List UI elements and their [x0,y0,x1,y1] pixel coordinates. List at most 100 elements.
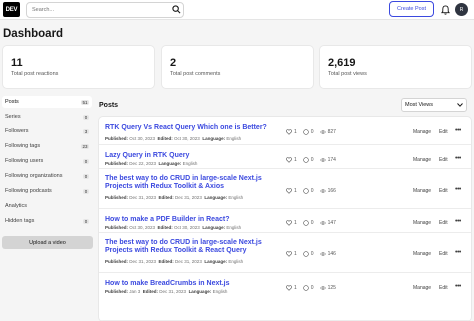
comment-icon [303,129,309,135]
create-post-button[interactable]: Create Post [389,1,434,17]
comments-count: 0 [303,251,314,257]
more-options-icon[interactable]: ••• [455,218,461,225]
edit-button[interactable]: Edit [439,220,448,226]
sidebar-item-analytics[interactable]: Analytics [2,200,92,212]
manage-button[interactable]: Manage [413,251,431,257]
heart-icon [286,285,292,291]
reactions-count: 1 [286,157,297,163]
more-options-icon[interactable]: ••• [455,127,461,134]
comments-count: 0 [303,285,314,291]
edited-label: Edited: [158,195,174,200]
manage-button[interactable]: Manage [413,220,431,226]
post-title-link[interactable]: Lazy Query in RTK Query [105,152,275,160]
edited-label: Edited: [142,289,159,294]
post-meta: Published: Oct 30, 2023 Edited: Oct 30, … [105,225,242,230]
manage-button[interactable]: Manage [413,129,431,135]
sidebar-item-series[interactable]: Series 0 [2,111,92,123]
language-label: Language: [202,225,226,230]
notification-bell-icon[interactable] [441,5,450,15]
post-stats: 1 0 146 [286,251,342,257]
edit-button[interactable]: Edit [439,285,448,291]
sidebar-item-label: Following users [5,158,44,164]
comments-count: 0 [303,157,314,163]
views-count: 147 [319,220,336,226]
stat-label: Total post views [328,71,367,77]
stat-value: 2 [170,57,177,69]
dev-logo[interactable]: DEV [3,2,20,17]
post-row: How to make BreadCrumbs in Next.js Publis… [99,273,471,321]
sidebar-item-following-tags[interactable]: Following tags 23 [2,140,92,152]
more-options-icon[interactable]: ••• [455,249,461,256]
stat-label: Total post comments [170,71,221,77]
published-label: Published: [105,289,129,294]
heart-icon [286,188,292,194]
search-input[interactable] [26,2,184,18]
published-label: Published: [105,136,129,141]
edit-button[interactable]: Edit [439,251,448,257]
edit-button[interactable]: Edit [439,188,448,194]
post-title-link[interactable]: How to make BreadCrumbs in Next.js [105,280,275,288]
user-avatar[interactable]: R [455,3,468,16]
heart-icon [286,251,292,257]
sidebar-item-count: 0 [83,158,89,164]
edit-button[interactable]: Edit [439,129,448,135]
edited-label: Edited: [157,136,173,141]
manage-button[interactable]: Manage [413,285,431,291]
heart-icon [286,157,292,163]
manage-button[interactable]: Manage [413,157,431,163]
post-title-link[interactable]: RTK Query Vs React Query Which one is Be… [105,124,275,132]
more-options-icon[interactable]: ••• [455,186,461,193]
comments-count: 0 [303,188,314,194]
language-label: Language: [202,136,226,141]
page-title: Dashboard [3,28,64,40]
post-row: Lazy Query in RTK Query Published: Dec 22… [99,145,471,169]
heart-icon [286,220,292,226]
sidebar-item-label: Hidden tags [5,218,35,224]
post-row: How to make a PDF Builder in React? Publi… [99,209,471,233]
sidebar-item-followers[interactable]: Followers 3 [2,125,92,137]
post-title-link[interactable]: The best way to do CRUD in large-scale N… [105,175,275,191]
heart-icon [286,129,292,135]
sidebar-item-count: 0 [83,218,89,224]
sidebar-item-label: Following podcasts [5,188,52,194]
published-label: Published: [105,161,129,166]
sidebar-item-count: 23 [80,143,89,149]
published-label: Published: [105,225,129,230]
post-meta: Published: Dec 31, 2023 Edited: Dec 31, … [105,195,244,200]
comment-icon [303,188,309,194]
sidebar-item-label: Posts [5,99,19,105]
manage-button[interactable]: Manage [413,188,431,194]
post-row: The best way to do CRUD in large-scale N… [99,169,471,209]
sidebar-item-hidden-tags[interactable]: Hidden tags 0 [2,215,92,227]
reactions-count: 1 [286,129,297,135]
sidebar-item-label: Analytics [5,203,28,209]
eye-icon [319,130,326,134]
post-title-link[interactable]: The best way to do CRUD in large-scale N… [105,239,275,255]
sidebar-item-label: Following tags [5,143,41,149]
more-options-icon[interactable]: ••• [455,155,461,162]
comments-count: 0 [303,129,314,135]
post-meta: Published: Jan 3 Edited: Dec 31, 2023 La… [105,289,228,294]
reactions-count: 1 [286,251,297,257]
upload-video-button[interactable]: Upload a video [2,236,93,249]
post-row: RTK Query Vs React Query Which one is Be… [99,117,471,145]
sidebar-item-following-organizations[interactable]: Following organizations 0 [2,170,92,182]
edited-label: Edited: [158,259,174,264]
sidebar-item-following-podcasts[interactable]: Following podcasts 0 [2,185,92,197]
sidebar-item-count: 0 [83,188,89,194]
views-count: 827 [319,129,336,135]
eye-icon [319,189,326,193]
sidebar-item-following-users[interactable]: Following users 0 [2,155,92,167]
published-label: Published: [105,195,129,200]
eye-icon [319,286,326,290]
more-options-icon[interactable]: ••• [455,283,461,290]
language-label: Language: [158,161,182,166]
chevron-down-icon [457,103,463,107]
sidebar-item-posts[interactable]: Posts 51 [2,96,92,108]
stat-card-views: 2,619 Total post views [320,46,471,88]
top-navbar: DEV Create Post R [0,0,474,20]
sidebar-item-count: 0 [83,173,89,179]
post-title-link[interactable]: How to make a PDF Builder in React? [105,216,275,224]
search-icon[interactable] [172,5,181,14]
edit-button[interactable]: Edit [439,157,448,163]
